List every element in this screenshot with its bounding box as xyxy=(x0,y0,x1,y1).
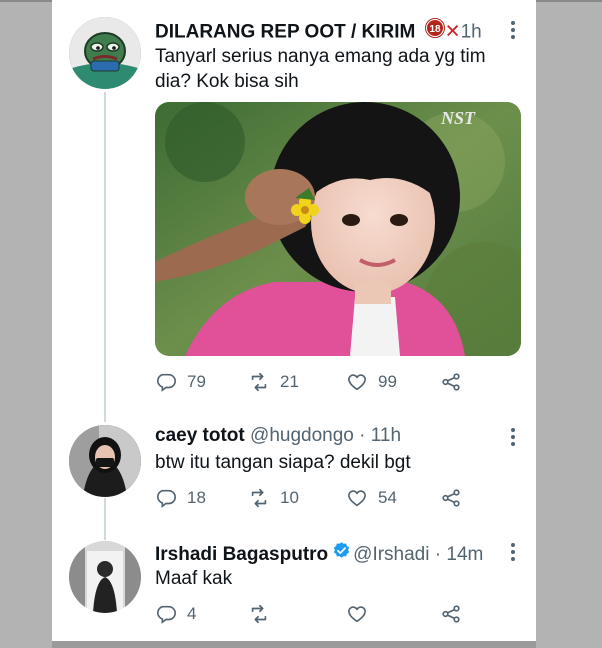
svg-text:18: 18 xyxy=(429,24,441,35)
verified-badge-icon xyxy=(332,541,351,566)
tweet-text: Maaf kak xyxy=(155,568,233,589)
tweet-text-line: Tanyarl serius nanya emang ada yg tim xyxy=(155,46,486,67)
share-button[interactable] xyxy=(440,487,462,509)
more-icon[interactable] xyxy=(510,428,516,446)
more-icon[interactable] xyxy=(510,21,516,39)
retweet-count: 21 xyxy=(280,372,299,391)
like-count: 54 xyxy=(378,488,397,507)
tweet-actions: 79 21 99 xyxy=(155,371,462,393)
reply-icon xyxy=(156,605,176,624)
display-name[interactable]: caey totot xyxy=(155,425,245,446)
share-icon xyxy=(442,489,460,507)
like-button[interactable]: 54 xyxy=(346,487,440,509)
retweet-icon xyxy=(251,488,267,508)
heart-icon xyxy=(348,374,366,391)
adult-18-badge-icon: 18 xyxy=(424,18,445,44)
user-handle[interactable]: @hugdongo xyxy=(250,425,354,446)
tweet-actions: 4 xyxy=(155,603,462,625)
tweet-text: Tanyarl serius nanya emang ada yg tim di… xyxy=(155,44,486,94)
timestamp[interactable]: 14m xyxy=(446,544,483,565)
retweet-button[interactable]: 21 xyxy=(248,371,346,393)
like-count: 99 xyxy=(378,372,397,391)
user-photo-avatar-icon xyxy=(69,541,141,613)
reply-button[interactable]: 18 xyxy=(155,487,248,509)
share-button[interactable] xyxy=(440,371,462,393)
reply-button[interactable]: 79 xyxy=(155,371,248,393)
heart-icon xyxy=(348,606,366,623)
user-handle[interactable]: @Irshadi xyxy=(353,544,429,565)
avatar[interactable] xyxy=(69,541,141,613)
reply-button[interactable]: 4 xyxy=(155,603,248,625)
share-icon xyxy=(442,605,460,623)
thread-connector xyxy=(104,498,106,540)
separator-dot: · xyxy=(359,425,366,446)
tweet-media-image[interactable]: NST xyxy=(155,102,521,356)
retweet-icon xyxy=(251,604,267,624)
timestamp[interactable]: 1h xyxy=(461,22,482,43)
pepe-avatar-icon xyxy=(69,17,141,89)
retweet-count: 10 xyxy=(280,488,299,507)
tweet-actions: 18 10 54 xyxy=(155,487,462,509)
reply-count: 79 xyxy=(187,372,206,391)
reply-icon xyxy=(156,489,176,508)
heart-icon xyxy=(348,490,366,507)
timestamp[interactable]: 11h xyxy=(371,425,401,446)
share-icon xyxy=(442,373,460,391)
retweet-button[interactable] xyxy=(248,603,346,625)
retweet-icon xyxy=(251,372,267,392)
tweet-text-line: dia? Kok bisa sih xyxy=(155,71,299,92)
tweet-text: btw itu tangan siapa? dekil bgt xyxy=(155,452,411,473)
separator-dot: · xyxy=(434,544,442,566)
more-icon[interactable] xyxy=(510,543,516,561)
avatar[interactable] xyxy=(69,425,141,497)
screenshot-bottom-border xyxy=(52,641,536,648)
like-button[interactable] xyxy=(346,603,440,625)
user-photo-avatar-icon xyxy=(69,425,141,497)
tweet-header: Irshadi Bagasputro @Irshadi · 14m xyxy=(155,541,483,569)
reply-count: 4 xyxy=(187,604,197,623)
avatar[interactable] xyxy=(69,17,141,89)
tweet-header: caey totot @hugdongo · 11h xyxy=(155,425,401,447)
thread-connector xyxy=(104,92,106,422)
girl-with-flower-photo: NST xyxy=(155,102,521,356)
retweet-button[interactable]: 10 xyxy=(248,487,346,509)
like-button[interactable]: 99 xyxy=(346,371,440,393)
display-name[interactable]: Irshadi Bagasputro xyxy=(155,544,328,565)
reply-icon xyxy=(156,373,176,392)
tweet-thread: DILARANG REP OOT / KIRIM 18 ✕1h Tanyarl … xyxy=(52,0,536,641)
cross-mark-icon: ✕ xyxy=(444,21,461,43)
media-watermark: NST xyxy=(440,108,476,128)
tweet-header: DILARANG REP OOT / KIRIM 18 ✕1h xyxy=(155,18,482,47)
display-name[interactable]: DILARANG REP OOT / KIRIM xyxy=(155,22,415,43)
share-button[interactable] xyxy=(440,603,462,625)
reply-count: 18 xyxy=(187,488,206,507)
